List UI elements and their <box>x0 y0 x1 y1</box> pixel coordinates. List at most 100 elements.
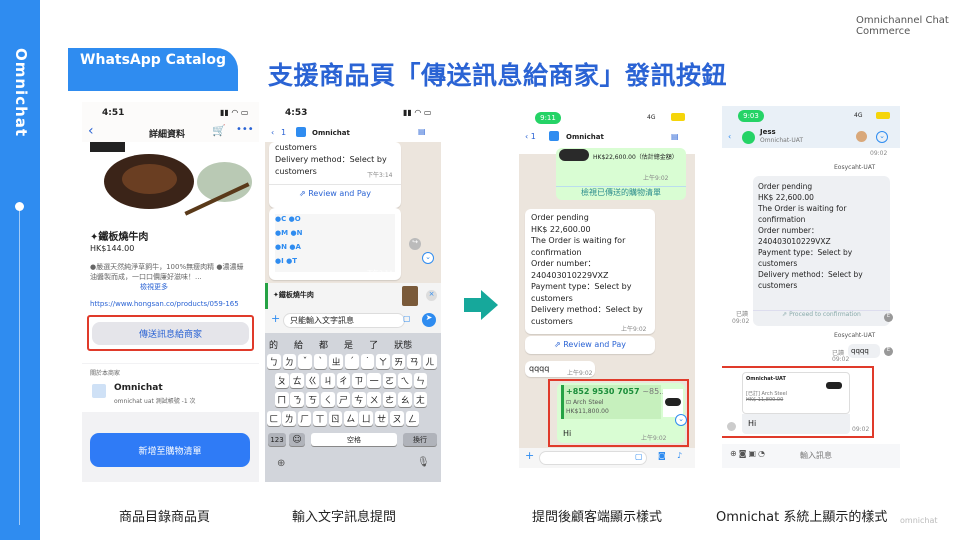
cart-icon[interactable]: 🛒 <box>212 124 226 137</box>
agent-badge: E <box>884 313 893 322</box>
keyboard-key[interactable]: ㄏ <box>297 411 312 426</box>
keyboard-key[interactable]: ㄍ <box>305 373 320 388</box>
status-network: 4G <box>647 114 656 121</box>
sticker-icon[interactable]: ▢ <box>635 452 643 461</box>
scroll-down-icon[interactable]: ⌄ <box>675 414 687 426</box>
keyboard-key[interactable]: ㄜ <box>382 392 397 407</box>
order-time: 上午9:02 <box>621 326 647 333</box>
keyboard-key[interactable]: ㄎ <box>305 392 320 407</box>
keyboard-key[interactable]: ㄌ <box>282 411 296 426</box>
keyboard-key[interactable]: ㄩ <box>359 411 373 426</box>
send-icon[interactable]: ➤ <box>422 313 436 327</box>
globe-icon[interactable]: ⊕ <box>277 458 285 469</box>
keyboard-key[interactable]: ㄚ <box>376 354 390 369</box>
keyboard-key[interactable]: ㄈ <box>267 411 281 426</box>
catalog-icon[interactable]: ▤ <box>671 132 679 141</box>
keyboard-key[interactable]: ˇ <box>298 354 312 369</box>
back-icon[interactable]: ‹ 1 <box>525 132 536 141</box>
keyboard-key[interactable]: ㄗ <box>352 373 366 388</box>
keyboard-key[interactable]: ㄐ <box>321 373 335 388</box>
review-pay-link[interactable]: ⇗ Review and Pay <box>269 184 401 198</box>
proceed-button[interactable]: ⇗ Proceed to confirmation <box>753 310 890 318</box>
status-icons: ▮▮ ◠ ▭ <box>403 108 432 117</box>
mic-icon[interactable]: 🎙 <box>417 457 430 468</box>
phone-omnichat-view: 9:03 4G ‹ Jess Omnichat-UAT ⌄ 09:02 Eosy… <box>722 106 900 468</box>
back-icon[interactable]: ‹ <box>728 132 731 141</box>
message-input[interactable] <box>539 451 647 465</box>
reply-title: ✦鐵板燒牛肉 <box>273 291 314 299</box>
reply-thumbnail <box>402 286 418 306</box>
keyboard-key[interactable]: ㄉ <box>282 354 297 369</box>
keyboard-key[interactable]: ㄤ <box>413 392 428 407</box>
keyboard-key[interactable]: ㄖ <box>328 411 343 426</box>
camera-icon[interactable]: ◙ <box>658 451 666 460</box>
keyboard-key[interactable]: ˊ <box>345 354 359 369</box>
scroll-down-icon[interactable]: ⌄ <box>422 252 434 264</box>
order-message: Order pending HK$ 22,600.00 The Order is w… <box>758 182 863 290</box>
forward-icon[interactable]: ↪ <box>409 238 421 250</box>
plus-icon[interactable]: + <box>271 312 280 325</box>
keyboard-key[interactable]: ˋ <box>313 354 328 369</box>
dropdown-icon[interactable]: ⌄ <box>876 131 888 143</box>
enter-key[interactable]: 換行 <box>403 433 437 446</box>
caption-4: Omnichat 系統上顯示的樣式 <box>716 510 888 525</box>
keyboard-key[interactable]: ㄘ <box>352 392 366 407</box>
emoji-key[interactable]: ☺ <box>289 433 305 446</box>
sticker-icon[interactable]: ▢ <box>403 314 411 323</box>
keyboard-key[interactable]: ㄨ <box>367 392 381 407</box>
more-icon[interactable]: ••• <box>236 124 254 135</box>
keyboard-key[interactable]: ㄠ <box>398 392 412 407</box>
keyboard-key[interactable]: ㄕ <box>336 392 351 407</box>
card-title: Omnichat-UAT <box>746 376 786 382</box>
keyboard-key[interactable]: ㄥ <box>405 411 420 426</box>
watermark: omnichat <box>900 516 938 525</box>
suggestion-bar[interactable]: 的給都是了狀態 <box>269 338 412 351</box>
keyboard-key[interactable]: ㄊ <box>290 373 304 388</box>
view-more-link[interactable]: 檢視更多 <box>140 282 168 292</box>
time-2: 09:02 <box>732 318 750 325</box>
keyboard-key[interactable]: ㄑ <box>321 392 335 407</box>
keyboard-key[interactable]: ㄟ <box>398 373 412 388</box>
keyboard-key[interactable]: ㄝ <box>374 411 389 426</box>
keyboard-key[interactable]: ㄋ <box>290 392 304 407</box>
keyboard-key[interactable]: ㄡ <box>390 411 404 426</box>
keyboard-key[interactable]: ㄢ <box>407 354 421 369</box>
add-to-cart-button[interactable]: 新增至購物清單 <box>90 433 250 467</box>
mic-icon[interactable]: ♪ <box>677 451 682 460</box>
input-toolbar-icons[interactable]: ⊕◙▣◔ <box>730 449 767 458</box>
keyboard-key[interactable]: ㄞ <box>391 354 406 369</box>
quoted-phone: +852 9530 7057 ~85... <box>566 387 667 396</box>
caption-3: 提問後顧客端顯示樣式 <box>532 510 663 525</box>
keyboard-key[interactable]: ㄒ <box>313 411 327 426</box>
keyboard-key[interactable]: ㄇ <box>275 392 289 407</box>
keyboard-key[interactable]: ㄛ <box>382 373 397 388</box>
keyboard-key[interactable]: 一 <box>367 373 381 388</box>
keyboard-key[interactable]: ㄔ <box>336 373 351 388</box>
keyboard-key[interactable]: ㄅ <box>267 354 281 369</box>
customer-avatar <box>727 422 736 431</box>
back-icon[interactable]: ‹ <box>88 123 94 139</box>
keyboard-key[interactable]: ˙ <box>360 354 375 369</box>
keyboard-key[interactable]: ㄆ <box>275 373 289 388</box>
keyboard-key[interactable]: ㄙ <box>344 411 358 426</box>
message-input[interactable]: 輸入訊息 <box>800 450 832 461</box>
product-url[interactable]: https://www.hongsan.co/products/059-165 <box>90 300 239 308</box>
view-cart-link[interactable]: 檢視已傳送的購物清單 <box>556 186 686 198</box>
caption-1: 商品目錄商品頁 <box>119 510 211 525</box>
keyboard-key[interactable]: ㄓ <box>329 354 343 369</box>
catalog-icon[interactable]: ▤ <box>418 127 426 136</box>
back-icon[interactable]: ‹ <box>271 128 274 137</box>
brand-logo: Omnichat <box>12 48 30 138</box>
status-time: 4:53 <box>285 108 308 118</box>
keyboard-key[interactable]: ㄣ <box>413 373 428 388</box>
arrow-head <box>481 290 498 320</box>
close-reply-icon[interactable]: × <box>426 290 437 301</box>
keyboard-key[interactable]: ㄦ <box>423 354 437 369</box>
plus-icon[interactable]: + <box>525 449 534 462</box>
send-message-button[interactable]: 傳送訊息給商家 <box>92 322 249 345</box>
num-key[interactable]: 123 <box>268 433 286 446</box>
time-1: 09:02 <box>870 150 888 157</box>
space-key[interactable]: 空格 <box>311 433 397 446</box>
contact-subtitle: Omnichat-UAT <box>760 137 804 144</box>
review-pay-link[interactable]: ⇗ Review and Pay <box>525 340 655 349</box>
